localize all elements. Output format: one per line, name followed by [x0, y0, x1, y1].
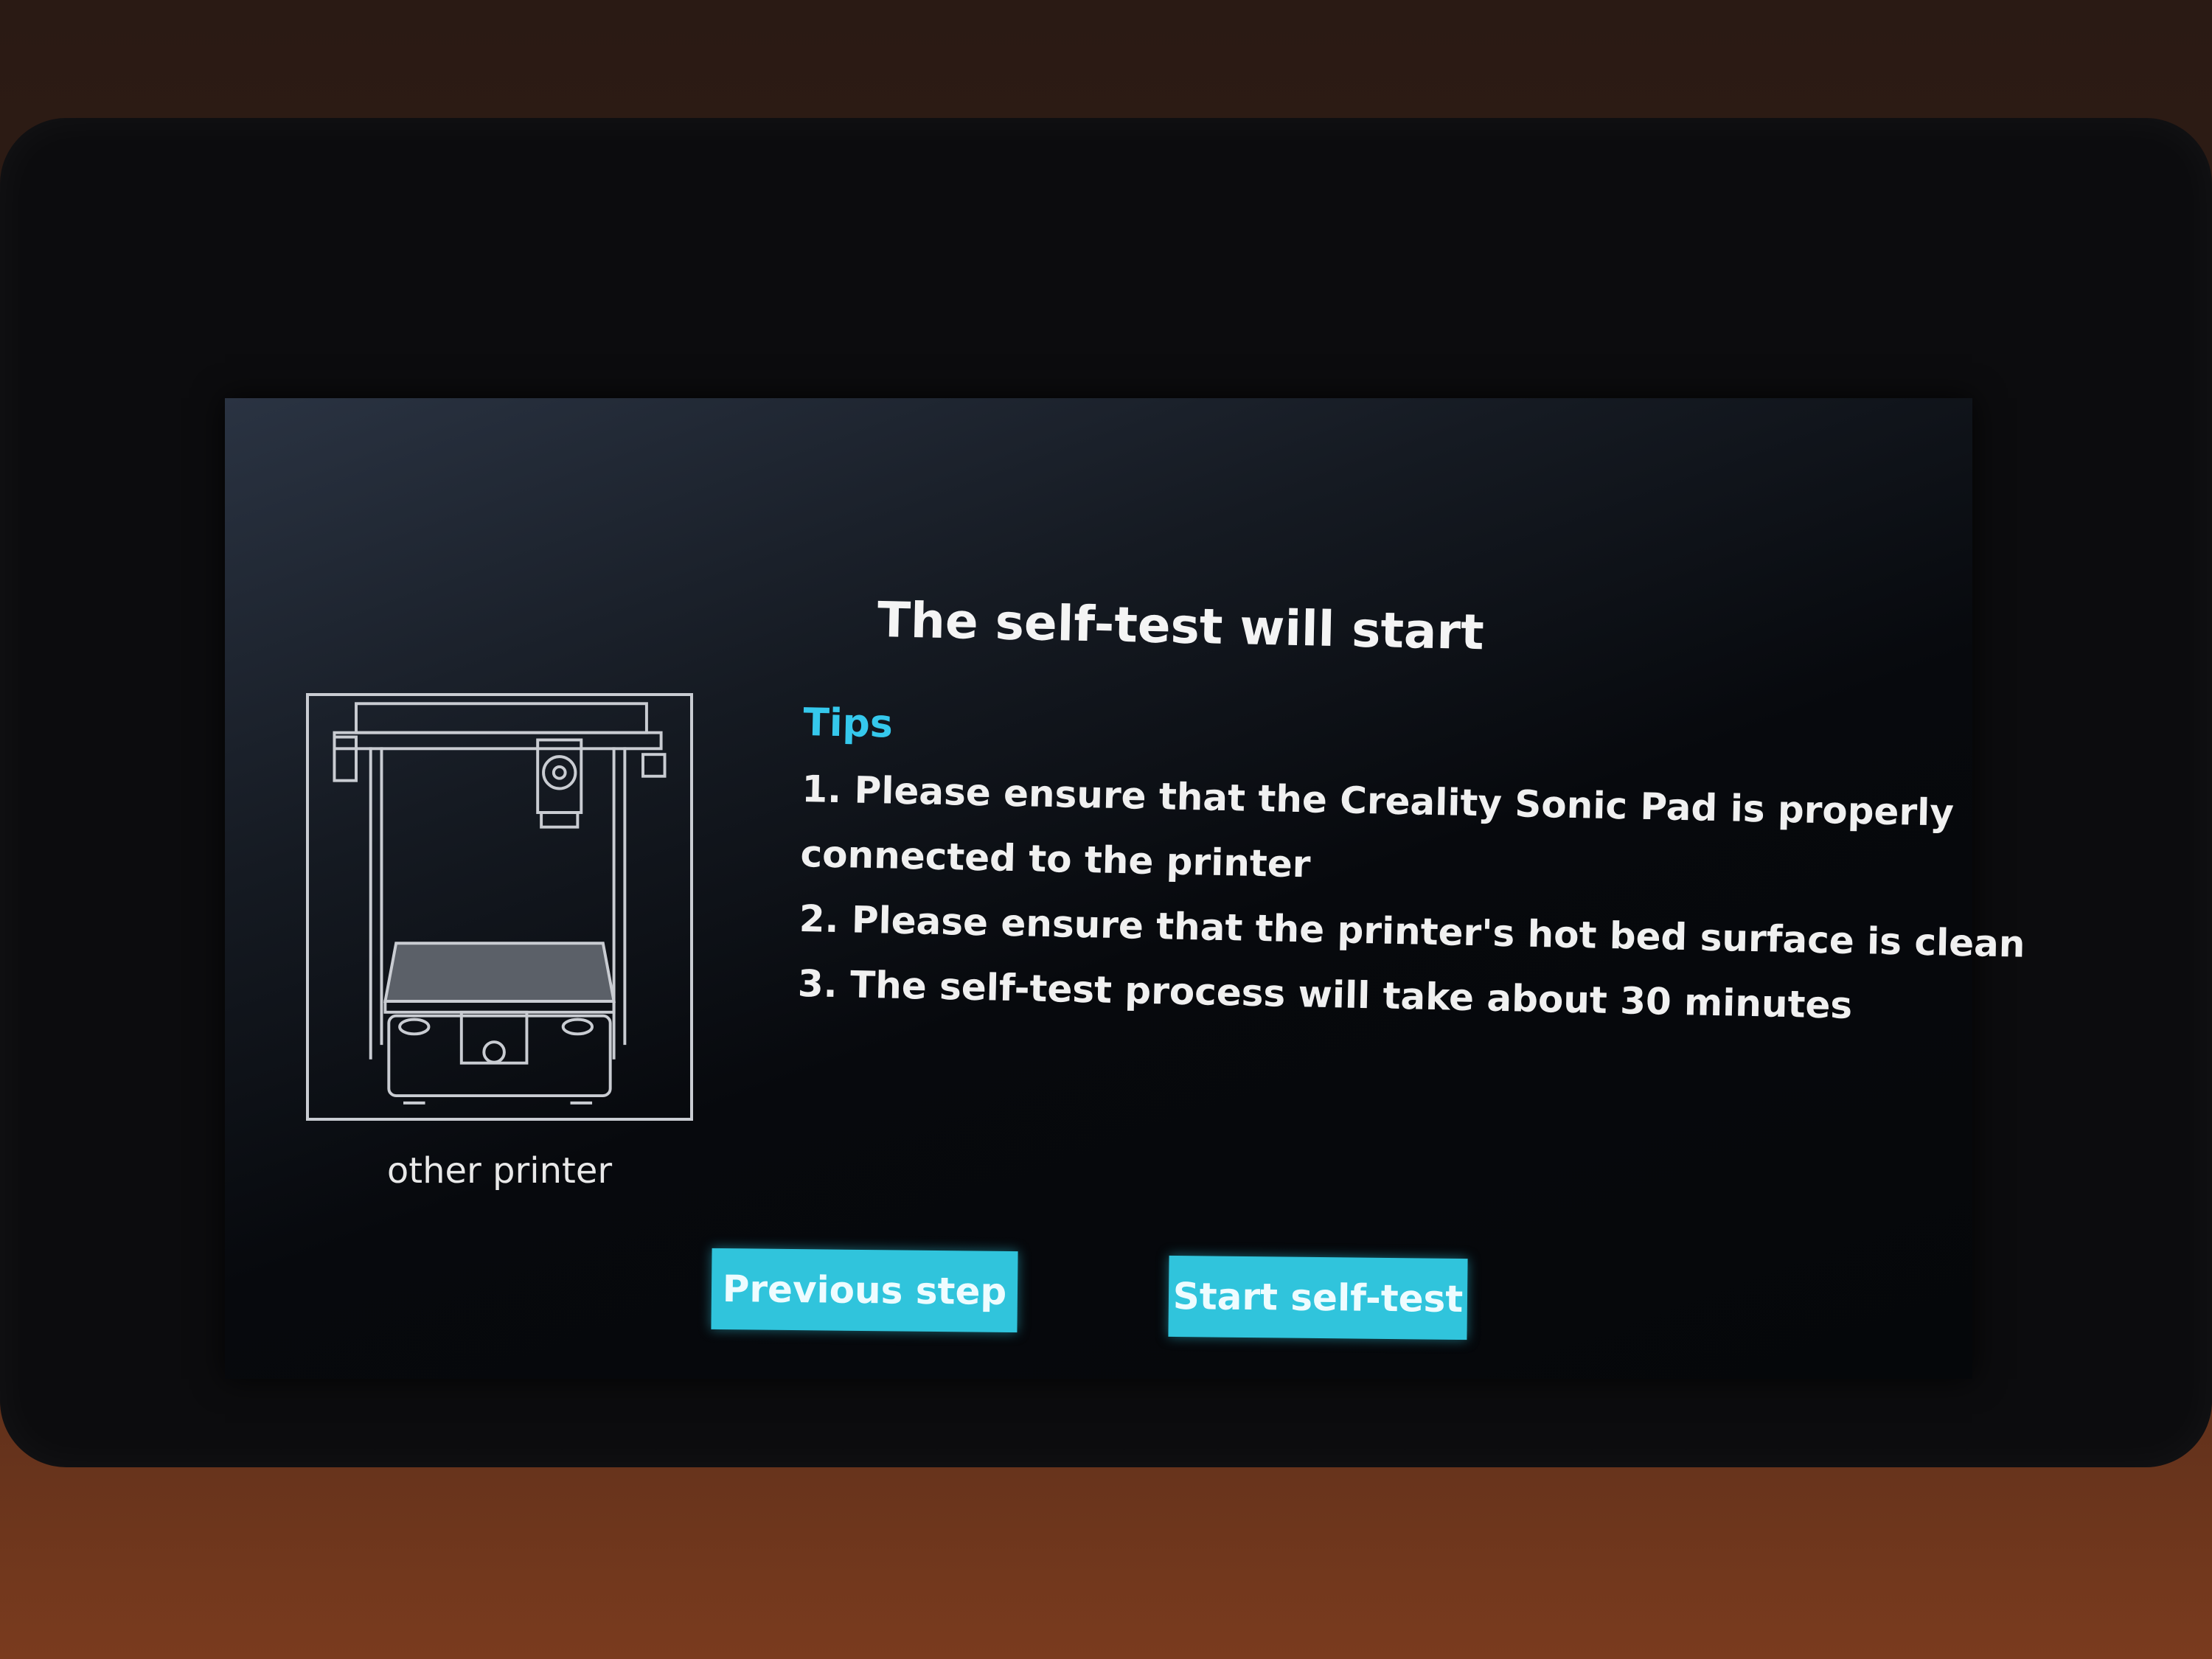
printer-illustration-frame	[306, 693, 693, 1121]
3d-printer-icon	[333, 702, 667, 1105]
previous-step-button[interactable]: Previous step	[711, 1248, 1018, 1333]
tips-section: Tips 1. Please ensure that the Creality …	[797, 700, 2025, 1039]
tips-heading: Tips	[802, 700, 894, 747]
start-self-test-button[interactable]: Start self-test	[1168, 1255, 1468, 1340]
device-bezel: The self-test will start other printer T…	[0, 118, 2212, 1467]
printer-caption: other printer	[386, 1150, 613, 1192]
page-title: The self-test will start	[877, 591, 1485, 661]
touch-screen: The self-test will start other printer T…	[225, 398, 2025, 1379]
